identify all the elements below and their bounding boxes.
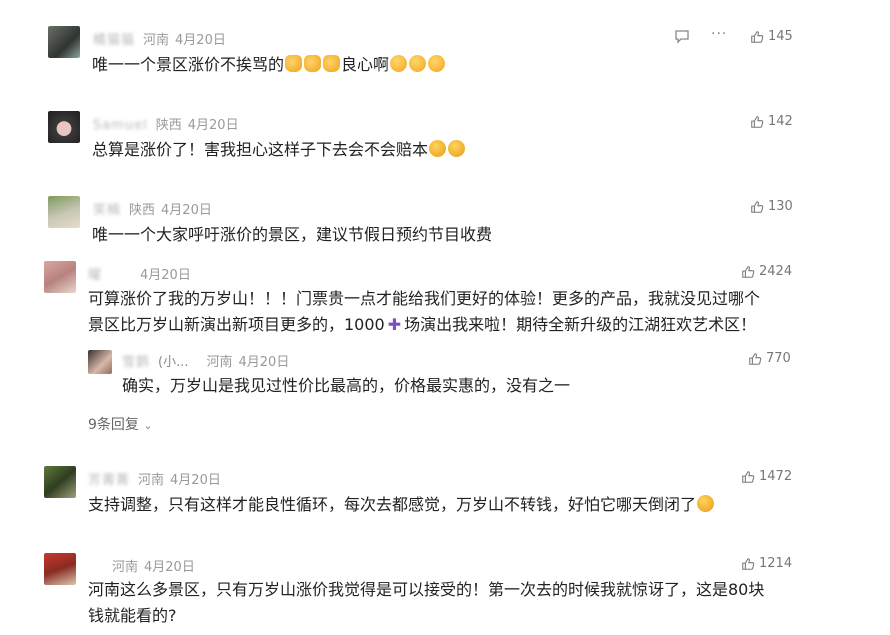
comment-text-main: 唯一一个景区涨价不挨骂的 [92, 55, 285, 74]
username[interactable]: 笑楠 [93, 199, 121, 218]
comment-text: 唯一一个景区涨价不挨骂的 良心啊 [92, 51, 446, 78]
username[interactable]: Samuel [93, 118, 148, 133]
like-count: 130 [768, 199, 793, 214]
like-button[interactable]: 1472 [741, 469, 792, 484]
comment-text-main: 总算是涨价了！害我担心这样子下去会不会赔本 [92, 140, 429, 159]
thumb-up-icon [751, 30, 764, 43]
date: 4月20日 [144, 560, 195, 575]
location: 陕西 [155, 118, 182, 133]
avatar[interactable] [48, 196, 80, 228]
location: 河南 [138, 473, 165, 488]
thumb-up-icon [749, 352, 762, 365]
thumb-up-icon [742, 470, 755, 483]
laugh-cry-emoji-icon [429, 140, 447, 157]
reply-date: 4月20日 [238, 355, 290, 370]
like-count: 145 [768, 29, 793, 44]
username[interactable]: 曜 [88, 264, 102, 283]
more-icon[interactable]: ··· [711, 26, 727, 42]
reply-avatar[interactable] [88, 350, 112, 374]
comment-meta: 曜 4月20日 [88, 264, 191, 283]
reply-meta: 雪鹊 (小... 河南 4月20日 [122, 351, 289, 370]
more-replies-button[interactable]: 9条回复 ⌄ [88, 414, 153, 434]
location: 河南 [112, 560, 139, 575]
thumbs-up-emoji-icon [304, 55, 322, 72]
date: 4月20日 [170, 473, 221, 488]
comment-text: 总算是涨价了！害我担心这样子下去会不会赔本 [92, 136, 466, 163]
comment-text-main: 支持调整，只有这样才能良性循环，每次去都感觉，万岁山不转钱，好怕它哪天倒闭了 [88, 495, 697, 514]
reply-username[interactable]: 雪鹊 [122, 351, 150, 370]
thumb-up-icon [742, 557, 755, 570]
avatar[interactable] [44, 261, 76, 293]
comment-meta: 橘猫猫 河南 4月20日 [93, 29, 226, 48]
date: 4月20日 [161, 203, 212, 218]
laugh-cry-emoji-icon [448, 140, 466, 157]
location: 河南 [143, 33, 170, 48]
comment-meta: 笑楠 陕西 4月20日 [93, 199, 212, 218]
comment-text-part: 景区比万岁山新演出新项目更多的，1000 [88, 315, 385, 334]
avatar[interactable] [44, 466, 76, 498]
thumbs-up-emoji-icon [285, 55, 303, 72]
comment-text-tail: 良心啊 [341, 55, 390, 74]
plus-emoji-icon: ✚ [387, 315, 402, 334]
like-count: 1214 [759, 556, 793, 571]
comment-text-line1: 可算涨价了我的万岁山！！！门票贵一点才能给我们更好的体验！更多的产品，我就没见过… [88, 289, 761, 308]
like-button[interactable]: 145 [750, 29, 793, 44]
username[interactable]: 芳菁菁 [88, 469, 130, 488]
date: 4月20日 [175, 33, 226, 48]
thumb-up-icon [751, 200, 764, 213]
avatar[interactable] [44, 553, 76, 585]
comment-meta: Samuel 陕西 4月20日 [93, 114, 239, 133]
location: 陕西 [129, 203, 156, 218]
like-count: 142 [768, 114, 793, 129]
date: 4月20日 [140, 268, 191, 283]
comment-text: 支持调整，只有这样才能良性循环，每次去都感觉，万岁山不转钱，好怕它哪天倒闭了 [88, 491, 715, 518]
comment-text-line1: 河南这么多景区，只有万岁山涨价我觉得是可以接受的！第一次去的时候我就惊讶了，这是… [88, 580, 765, 599]
like-button[interactable]: 1214 [741, 556, 792, 571]
thumbs-up-emoji-icon [323, 55, 341, 72]
chevron-down-icon: ⌄ [143, 419, 153, 432]
heart-eyes-emoji-icon [428, 55, 446, 72]
like-button[interactable]: 142 [750, 114, 793, 129]
like-button[interactable]: 2424 [741, 264, 792, 279]
reply-icon[interactable] [674, 28, 690, 48]
heart-eyes-emoji-icon [390, 55, 408, 72]
reply-like-button[interactable]: 770 [748, 351, 791, 366]
heart-eyes-emoji-icon [409, 55, 427, 72]
comment-meta: 芳菁菁 河南 4月20日 [88, 469, 221, 488]
reply-location: 河南 [206, 355, 233, 370]
reply-like-count: 770 [766, 351, 791, 366]
username[interactable]: 橘猫猫 [93, 29, 135, 48]
thumb-up-icon [751, 115, 764, 128]
like-count: 2424 [759, 264, 793, 279]
comment-meta: 河南 4月20日 [112, 556, 195, 575]
comment-text-line2: 钱就能看的? [88, 606, 177, 625]
date: 4月20日 [187, 118, 239, 133]
reply-text: 确实，万岁山是我见过性价比最高的，价格最实惠的，没有之一 [122, 376, 571, 395]
like-button[interactable]: 130 [750, 199, 793, 214]
comment-text: 唯一一个大家呼吁涨价的景区，建议节假日预约节目收费 [92, 225, 493, 244]
comment-text-part: 场演出我来啦！期待全新升级的江湖狂欢艺术区！ [404, 315, 757, 334]
more-replies-label: 9条回复 [88, 417, 139, 433]
laugh-cry-emoji-icon [697, 495, 715, 512]
like-count: 1472 [759, 469, 793, 484]
reply-username-suffix[interactable]: (小... [158, 355, 188, 370]
avatar[interactable] [48, 111, 80, 143]
comment-text-line2: 景区比万岁山新演出新项目更多的，1000 ✚ 场演出我来啦！期待全新升级的江湖狂欢艺… [88, 311, 756, 338]
avatar[interactable] [48, 26, 80, 58]
thumb-up-icon [742, 265, 755, 278]
